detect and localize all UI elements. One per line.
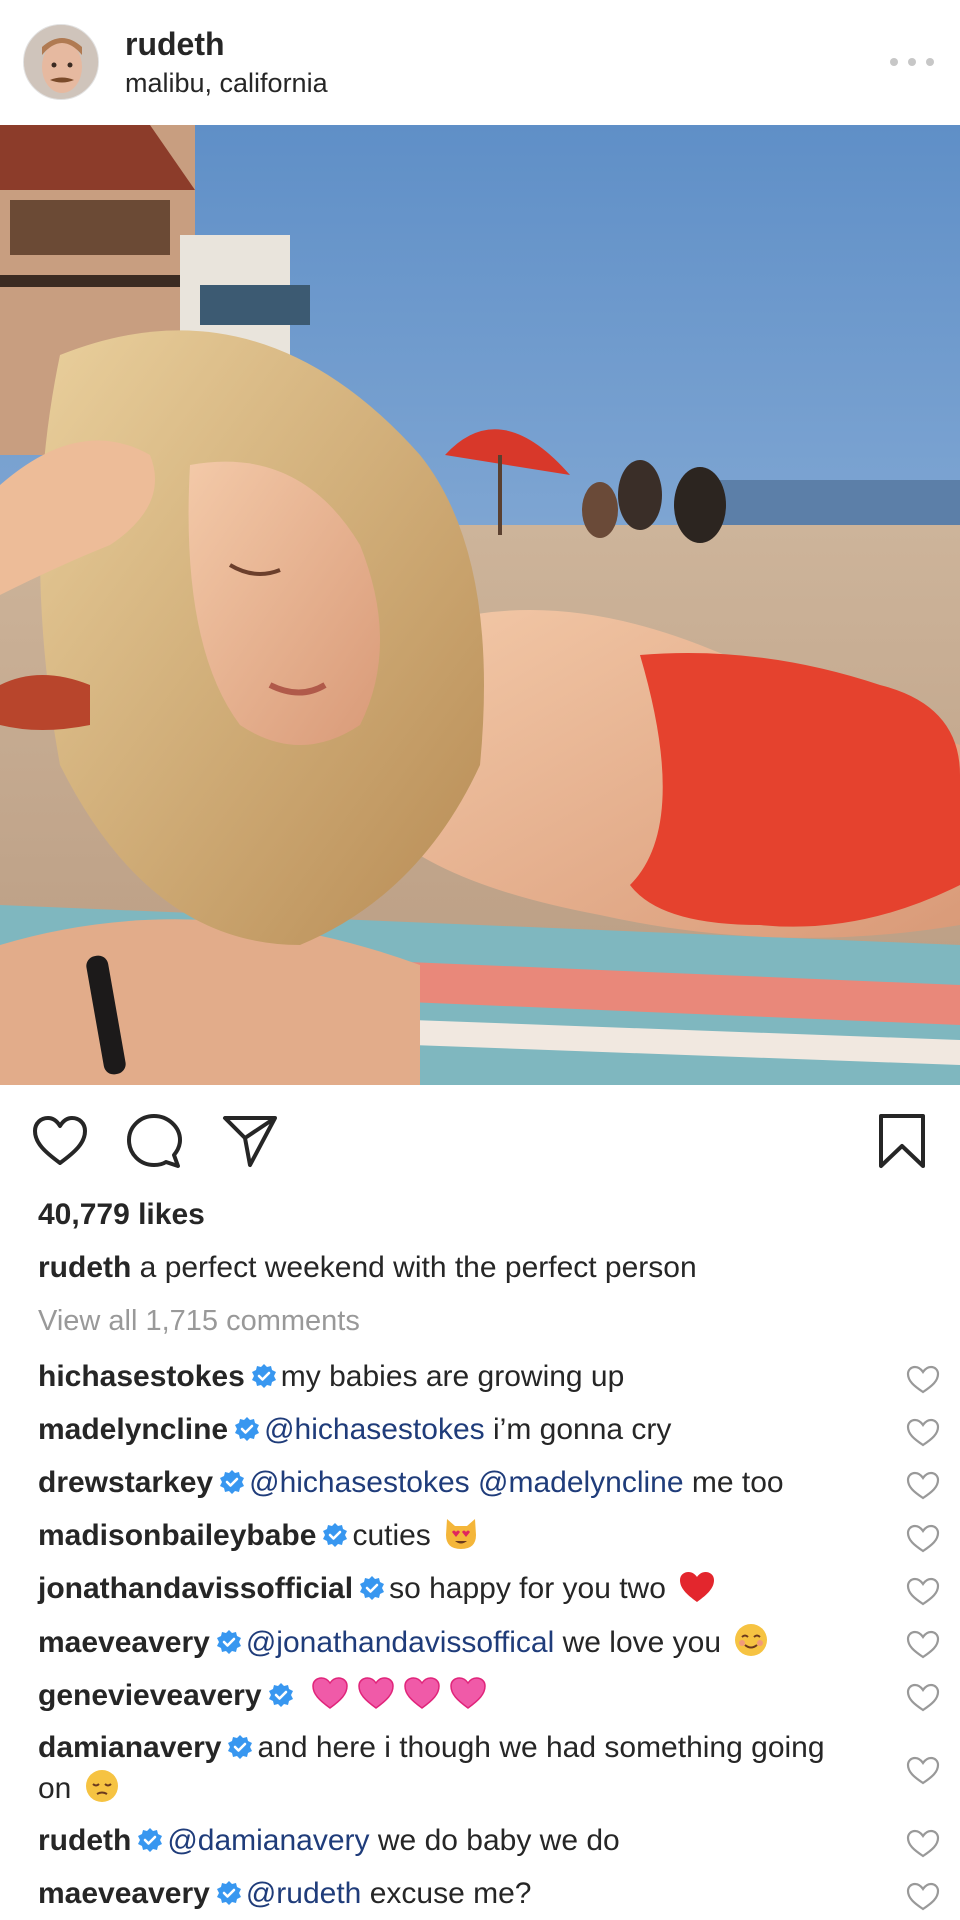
comment-row: maeveavery @jonathandavissoffical we love…: [0, 1616, 960, 1669]
post-action-bar: [0, 1105, 960, 1185]
comment-row: drewstarkey @hichasestokes @madelyncline …: [0, 1457, 960, 1510]
verified-badge-icon: [251, 1364, 276, 1388]
caption-text: a perfect weekend with the perfect perso…: [139, 1251, 697, 1284]
comment-row: madisonbaileybabe cuties: [0, 1510, 960, 1563]
comment-like-heart-icon[interactable]: [906, 1471, 940, 1501]
comment-like-heart-icon[interactable]: [906, 1829, 940, 1859]
comment-like-heart-icon[interactable]: [906, 1683, 940, 1713]
post-location[interactable]: malibu, california: [125, 68, 328, 99]
comment-row: genevieveavery: [0, 1669, 960, 1722]
comment-row: maeveavery @rudeth excuse me?: [0, 1868, 960, 1920]
comment-text: we love you: [562, 1626, 722, 1659]
comment-row: madelyncline @hichasestokes i’m gonna cry: [0, 1404, 960, 1457]
comment-text: excuse me?: [369, 1877, 532, 1910]
comment-username[interactable]: jonathandavissofficial: [38, 1572, 353, 1605]
comment-username[interactable]: rudeth: [38, 1824, 131, 1857]
comment-row: hichasestokes my babies are growing up: [0, 1351, 960, 1404]
comment-like-heart-icon[interactable]: [906, 1418, 940, 1448]
comment-username[interactable]: hichasestokes: [38, 1360, 245, 1393]
post-header: rudeth malibu, california: [0, 0, 960, 125]
comment-like-heart-icon[interactable]: [906, 1365, 940, 1395]
verified-badge-icon: [323, 1523, 348, 1547]
verified-badge-icon: [216, 1881, 241, 1905]
comment-text: me too: [691, 1466, 784, 1499]
verified-badge-icon: [216, 1630, 241, 1654]
comment-mention[interactable]: @jonathandavissoffical: [246, 1626, 554, 1659]
comment-username[interactable]: madelyncline: [38, 1413, 228, 1446]
view-all-comments-link[interactable]: View all 1,715 comments: [38, 1305, 360, 1338]
comment-username[interactable]: maeveavery: [38, 1626, 210, 1659]
comment-row: damianavery and here i though we had some…: [0, 1722, 960, 1815]
comment-like-heart-icon[interactable]: [906, 1524, 940, 1554]
paper-plane-icon[interactable]: [218, 1109, 282, 1173]
caption-username[interactable]: rudeth: [38, 1251, 131, 1284]
comment-text: cuties: [352, 1519, 431, 1552]
pensive-face-emoji-icon: [85, 1770, 118, 1802]
comment-like-heart-icon[interactable]: [906, 1577, 940, 1607]
comment-like-heart-icon[interactable]: [906, 1630, 940, 1660]
avatar[interactable]: [23, 24, 99, 100]
comment-username[interactable]: drewstarkey: [38, 1466, 213, 1499]
verified-badge-icon: [235, 1417, 260, 1441]
likes-count[interactable]: 40,779 likes: [38, 1198, 205, 1232]
verified-badge-icon: [220, 1470, 245, 1494]
post-photo[interactable]: [0, 125, 960, 1085]
verified-badge-icon: [360, 1576, 385, 1600]
comment-text: my babies are growing up: [280, 1360, 625, 1393]
comment-username[interactable]: maeveavery: [38, 1877, 210, 1910]
comment-bubble-icon[interactable]: [122, 1109, 186, 1173]
verified-badge-icon: [138, 1828, 163, 1852]
comment-row: jonathandavissofficial so happy for you t…: [0, 1563, 960, 1616]
comment-row: rudeth @damianavery we do baby we do: [0, 1815, 960, 1868]
comment-like-heart-icon[interactable]: [906, 1882, 940, 1912]
heart-eyes-cat-emoji-icon: [446, 1519, 477, 1549]
more-options-icon[interactable]: [890, 48, 934, 76]
bookmark-icon[interactable]: [870, 1109, 934, 1173]
comment-username[interactable]: damianavery: [38, 1731, 221, 1764]
verified-badge-icon: [228, 1735, 253, 1759]
smiling-blush-emoji-icon: [735, 1624, 768, 1656]
verified-badge-icon: [268, 1683, 293, 1707]
comment-username[interactable]: madisonbaileybabe: [38, 1519, 316, 1552]
heart-outline-icon[interactable]: [28, 1109, 92, 1173]
red-heart-emoji-icon: [680, 1572, 715, 1602]
comment-mention[interactable]: @rudeth: [246, 1877, 362, 1910]
post-caption: rudeth a perfect weekend with the perfec…: [38, 1251, 918, 1285]
comment-text: we do baby we do: [377, 1824, 620, 1857]
post-username[interactable]: rudeth: [125, 26, 225, 63]
comments-list: hichasestokes my babies are growing up ma…: [0, 1351, 960, 1920]
comment-mention[interactable]: @hichasestokes: [264, 1413, 485, 1446]
comment-text: i’m gonna cry: [492, 1413, 672, 1446]
comment-mention[interactable]: @hichasestokes @madelyncline: [249, 1466, 683, 1499]
comment-mention[interactable]: @damianavery: [167, 1824, 369, 1857]
pink-hearts-emoji-icon: [312, 1677, 486, 1709]
comment-like-heart-icon[interactable]: [906, 1756, 940, 1786]
comment-text: so happy for you two: [389, 1572, 666, 1605]
comment-username[interactable]: genevieveavery: [38, 1679, 262, 1712]
